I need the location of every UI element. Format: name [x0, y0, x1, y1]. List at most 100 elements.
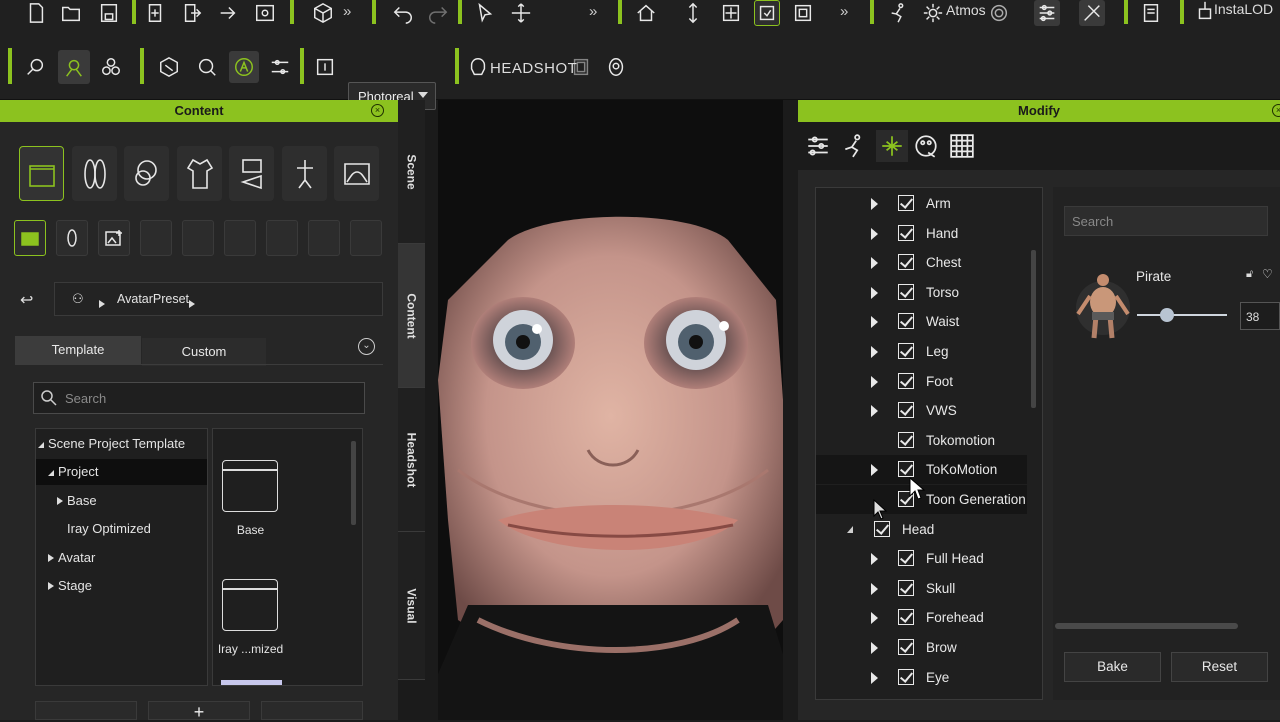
motion-library-tile[interactable]	[282, 146, 327, 201]
headshot-label[interactable]: HEADSHOT	[490, 60, 577, 77]
morph-checkbox[interactable]	[874, 520, 890, 537]
expand-arrow-icon[interactable]	[871, 582, 878, 595]
expand-arrow-icon[interactable]	[871, 464, 878, 477]
morph-search-input[interactable]: Search	[1064, 206, 1268, 236]
undo-icon[interactable]	[390, 0, 416, 26]
expand-arrow-icon[interactable]	[871, 671, 878, 684]
morph-checkbox[interactable]	[898, 402, 914, 419]
instalod-label[interactable]: InstaLOD	[1214, 1, 1273, 17]
expand-arrow-icon[interactable]	[871, 257, 878, 270]
pan-icon[interactable]	[718, 0, 744, 26]
morph-item[interactable]: Hand	[816, 219, 1027, 248]
import-icon[interactable]	[142, 0, 168, 26]
folder-icon[interactable]	[222, 579, 278, 631]
morph-item[interactable]: Foot	[816, 367, 1027, 396]
render-frame-icon[interactable]	[312, 54, 338, 80]
mesh-icon[interactable]	[98, 54, 124, 80]
expand-arrow-icon[interactable]	[871, 198, 878, 210]
tree-item-avatar[interactable]: Avatar	[48, 545, 95, 571]
morph-checkbox[interactable]	[898, 431, 914, 448]
morph-item[interactable]: Waist	[816, 307, 1027, 336]
image-add-small-tile[interactable]	[98, 220, 130, 256]
settings-icon[interactable]	[986, 0, 1012, 26]
thumb-scrollbar[interactable]	[351, 441, 356, 525]
save-icon[interactable]	[96, 0, 122, 26]
back-icon[interactable]: ↩	[20, 290, 33, 310]
content-close-icon[interactable]: ×	[371, 104, 384, 117]
move-icon[interactable]	[508, 0, 534, 26]
morph-item[interactable]: Chest	[816, 248, 1027, 277]
morph-checkbox[interactable]	[898, 224, 914, 241]
expand-arrow-icon[interactable]	[871, 553, 878, 566]
pose-icon[interactable]	[886, 0, 912, 26]
open-folder-icon[interactable]	[58, 0, 84, 26]
morph-checkbox[interactable]	[898, 372, 914, 389]
footer-button-3[interactable]	[261, 701, 363, 720]
morph-slider-handle[interactable]	[1159, 308, 1174, 322]
more-chevron-icon[interactable]: »	[589, 3, 597, 20]
tree-item-scene-project-template[interactable]: Scene Project Template	[38, 431, 185, 457]
motion-icon[interactable]	[1079, 0, 1105, 26]
more-chevron-icon[interactable]: »	[343, 3, 351, 20]
3d-viewport[interactable]	[438, 100, 783, 720]
stage-library-tile[interactable]	[334, 146, 379, 201]
morph-tab-icon[interactable]	[876, 130, 908, 162]
morph-item[interactable]: Tokomotion	[816, 426, 1027, 455]
home-icon[interactable]	[633, 0, 659, 26]
skin-library-tile[interactable]	[124, 146, 169, 201]
send-icon[interactable]	[215, 0, 241, 26]
morph-item[interactable]: Brow	[816, 633, 1027, 662]
add-button[interactable]: +	[148, 701, 250, 722]
empty-slot-tile[interactable]	[182, 220, 214, 256]
tab-visual[interactable]: Visual	[398, 532, 425, 680]
morph-checkbox[interactable]	[898, 639, 914, 655]
shield-icon[interactable]	[156, 54, 182, 80]
morph-checkbox[interactable]	[898, 609, 914, 626]
expand-arrow-icon[interactable]	[871, 642, 878, 654]
tab-custom[interactable]: Custom	[142, 338, 266, 366]
avatar-library-tile[interactable]	[72, 146, 117, 201]
cloth-library-tile[interactable]	[177, 146, 222, 201]
morph-checkbox[interactable]	[898, 550, 914, 567]
tree-item-iray-optimized[interactable]: Iray Optimized	[67, 516, 151, 542]
morph-item[interactable]: Leg	[816, 337, 1027, 366]
cube-icon[interactable]	[310, 0, 336, 26]
pirate-thumbnail[interactable]	[1074, 268, 1132, 342]
morph-checkbox[interactable]	[898, 343, 914, 359]
footer-button-1[interactable]	[35, 701, 137, 720]
morph-item[interactable]: Torso	[816, 278, 1027, 307]
material-palette-icon[interactable]	[910, 130, 942, 162]
expand-arrow-icon[interactable]	[871, 346, 878, 358]
morph-slider-track[interactable]	[1137, 314, 1227, 316]
attribute-sliders-icon[interactable]	[802, 130, 834, 162]
empty-slot-tile[interactable]	[224, 220, 256, 256]
expand-arrow-icon[interactable]	[871, 316, 878, 329]
morph-item[interactable]: Full Head	[816, 544, 1027, 573]
deform-icon[interactable]	[22, 54, 48, 80]
content-search-input[interactable]: Search	[33, 382, 365, 414]
tab-scene[interactable]: Scene	[398, 100, 425, 244]
morph-item[interactable]: Skull	[816, 574, 1027, 603]
preview-icon[interactable]	[252, 0, 278, 26]
tab-template[interactable]: Template	[15, 336, 141, 364]
morph-item[interactable]: Arm	[816, 189, 1027, 218]
morph-checkbox[interactable]	[898, 461, 914, 478]
morph-tree-scrollbar[interactable]	[1031, 250, 1036, 408]
tree-item-stage[interactable]: Stage	[48, 573, 92, 599]
tree-item-project[interactable]: Project	[36, 459, 207, 485]
morph-checkbox[interactable]	[898, 579, 914, 596]
checker-texture-icon[interactable]	[946, 130, 978, 162]
morph-item[interactable]: Eye	[816, 663, 1027, 692]
select-cursor-icon[interactable]	[472, 0, 498, 26]
lock-icon[interactable]: 🔓︎	[1246, 268, 1253, 281]
expand-arrow-icon[interactable]	[871, 612, 878, 625]
breadcrumb-item[interactable]: AvatarPreset	[117, 292, 189, 306]
camera-fit-icon[interactable]	[754, 0, 780, 26]
photo-compare-icon[interactable]	[568, 54, 594, 80]
collapse-arrow-icon[interactable]	[847, 525, 853, 533]
redo-icon[interactable]	[425, 0, 451, 26]
morph-item[interactable]: VWS	[816, 396, 1027, 425]
morph-edit-icon[interactable]	[58, 50, 90, 84]
motion-pose-icon[interactable]	[838, 130, 870, 162]
morph-item[interactable]: Forehead	[816, 603, 1027, 632]
